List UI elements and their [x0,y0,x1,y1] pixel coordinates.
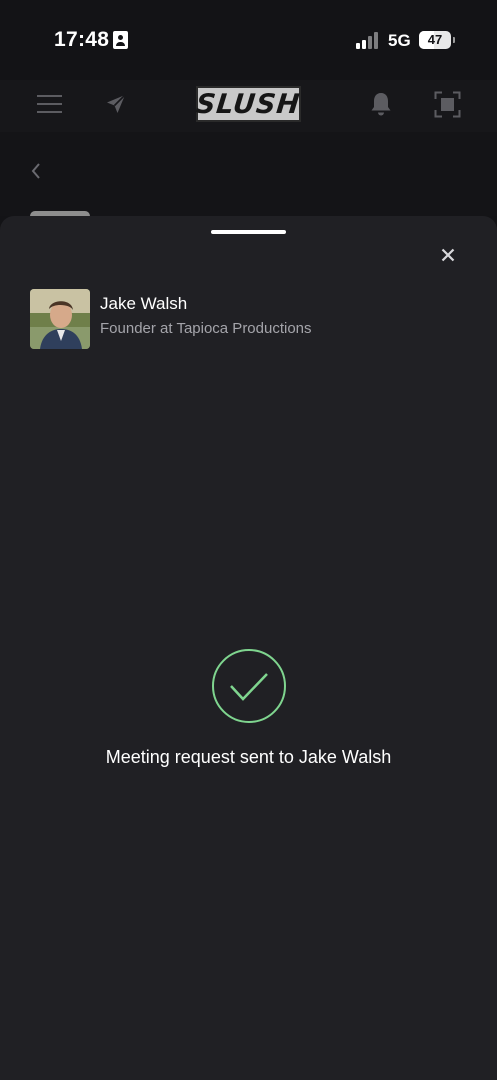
profile-name: Jake Walsh [100,294,188,313]
sheet-grabber[interactable] [211,230,286,234]
logo-text: SLUSH [194,88,303,120]
sub-header [0,132,497,221]
battery-percent: 47 [427,32,443,47]
battery-icon: 47 [419,31,451,49]
check-circle-icon [211,648,287,724]
avatar [30,289,90,349]
menu-icon[interactable] [37,94,62,114]
success-message: Meeting request sent to Jake Walsh [105,747,392,767]
slush-logo[interactable]: SLUSH [194,86,303,122]
network-type: 5G [388,31,411,50]
chevron-left-icon[interactable] [29,162,43,180]
send-icon[interactable] [104,92,128,116]
app-screen: 17:48 5G 47 SLUSH Jake Walsh Founder at … [0,0,497,1080]
bottom-sheet: Jake Walsh Founder at Tapioca Production… [0,216,497,1080]
contact-card-icon [113,31,128,49]
qr-scan-icon[interactable] [434,91,461,118]
app-header: SLUSH [0,80,497,132]
profile-title: Founder at Tapioca Productions [100,320,312,337]
profile-card[interactable]: Jake Walsh Founder at Tapioca Production… [30,289,470,349]
status-time: 17:48 [54,28,110,51]
bell-icon[interactable] [369,91,393,117]
close-icon[interactable] [436,243,460,267]
signal-bars-icon [356,31,382,49]
status-bar: 17:48 5G 47 [0,0,497,80]
battery-cap [453,37,455,43]
